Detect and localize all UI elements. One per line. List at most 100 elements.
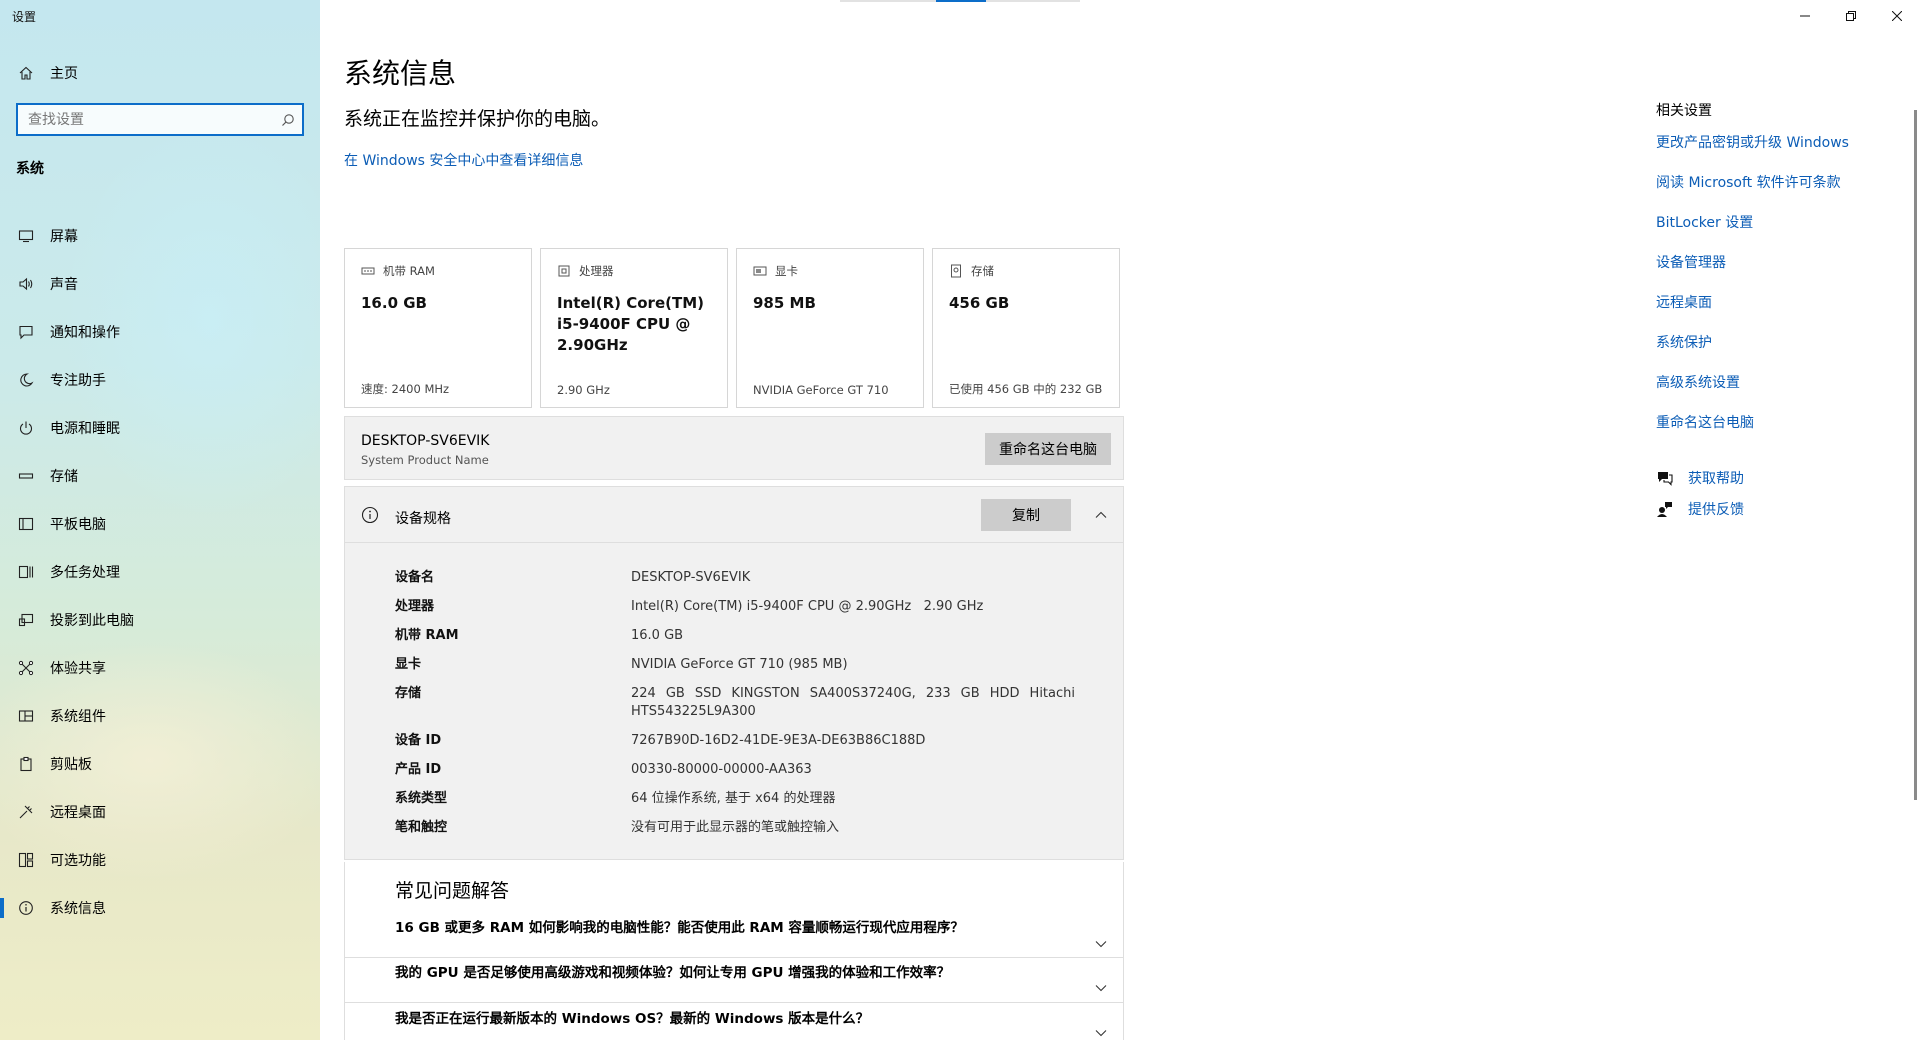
info-icon — [361, 506, 379, 524]
sidebar: 设置 主页 系统 屏幕 声音 通知和操作 专注助手 — [0, 0, 320, 1040]
related-link-bitlocker[interactable]: BitLocker 设置 — [1656, 212, 1896, 232]
storage-icon — [16, 466, 36, 486]
card-value: 456 GB — [949, 294, 1010, 312]
restore-button[interactable] — [1828, 0, 1874, 32]
sidebar-item-tablet[interactable]: 平板电脑 — [0, 500, 320, 548]
sidebar-item-storage[interactable]: 存储 — [0, 452, 320, 500]
get-help-link[interactable]: 获取帮助 — [1656, 468, 1744, 488]
sidebar-home[interactable]: 主页 — [16, 62, 78, 84]
sidebar-section-title: 系统 — [16, 161, 44, 177]
scrollbar[interactable] — [1914, 110, 1917, 800]
related-link-license-terms[interactable]: 阅读 Microsoft 软件许可条款 — [1656, 172, 1896, 192]
sidebar-item-label: 声音 — [50, 277, 78, 293]
sidebar-item-label: 多任务处理 — [50, 565, 120, 581]
spec-key: 设备名 — [395, 570, 435, 585]
storage-card: 存储 456 GB 已使用 456 GB 中的 232 GB — [932, 248, 1120, 408]
sidebar-item-components[interactable]: 系统组件 — [0, 692, 320, 740]
sidebar-item-remote-desktop[interactable]: 远程桌面 — [0, 788, 320, 836]
gpu-icon — [753, 264, 767, 278]
related-settings: 相关设置 更改产品密钥或升级 Windows 阅读 Microsoft 软件许可… — [1656, 100, 1896, 452]
card-label: 机带 RAM — [361, 263, 515, 279]
spec-row: 设备名 DESKTOP-SV6EVIK — [395, 569, 1075, 587]
card-value: 985 MB — [753, 294, 816, 312]
faq-item[interactable]: 我是否正在运行最新版本的 Windows OS？最新的 Windows 版本是什… — [345, 1003, 1123, 1040]
spec-value: 64 位操作系统, 基于 x64 的处理器 — [631, 791, 836, 806]
sidebar-item-label: 剪贴板 — [50, 757, 92, 773]
spec-row: 笔和触控 没有可用于此显示器的笔或触控输入 — [395, 819, 1075, 837]
sidebar-item-label: 投影到此电脑 — [50, 613, 134, 629]
info-icon — [16, 898, 36, 918]
device-specs-title: 设备规格 — [395, 511, 451, 527]
copy-button[interactable]: 复制 — [981, 499, 1071, 531]
card-value: Intel(R) Core(TM) i5-9400F CPU @ 2.90GHz — [557, 294, 704, 354]
cpu-card: 处理器 Intel(R) Core(TM) i5-9400F CPU @ 2.9… — [540, 248, 728, 408]
home-icon — [16, 63, 36, 83]
sidebar-item-shared[interactable]: 体验共享 — [0, 644, 320, 692]
chevron-down-icon[interactable] — [1093, 980, 1109, 996]
card-value: 16.0 GB — [361, 294, 427, 312]
card-subtitle: 已使用 456 GB 中的 232 GB — [949, 382, 1103, 396]
sidebar-item-power[interactable]: 电源和睡眠 — [0, 404, 320, 452]
sidebar-item-clipboard[interactable]: 剪贴板 — [0, 740, 320, 788]
give-feedback-label: 提供反馈 — [1688, 502, 1744, 518]
components-icon — [16, 706, 36, 726]
spec-row: 存储 224 GB SSD KINGSTON SA400S37240G, 233 … — [395, 685, 1075, 721]
card-subtitle: NVIDIA GeForce GT 710 — [753, 383, 889, 397]
sidebar-item-notifications[interactable]: 通知和操作 — [0, 308, 320, 356]
faq-question: 我是否正在运行最新版本的 Windows OS？最新的 Windows 版本是什… — [395, 1011, 870, 1027]
spec-row: 显卡 NVIDIA GeForce GT 710 (985 MB) — [395, 656, 1075, 674]
card-subtitle: 2.90 GHz — [557, 383, 610, 397]
chevron-up-icon[interactable] — [1093, 507, 1109, 523]
sidebar-item-label: 存储 — [50, 469, 78, 485]
share-icon — [16, 658, 36, 678]
features-icon — [16, 850, 36, 870]
chevron-down-icon[interactable] — [1093, 936, 1109, 952]
search-input[interactable] — [18, 105, 274, 134]
get-help-label: 获取帮助 — [1688, 471, 1744, 487]
chevron-down-icon[interactable] — [1093, 1025, 1109, 1040]
sidebar-item-project[interactable]: 投影到此电脑 — [0, 596, 320, 644]
related-link-system-protection[interactable]: 系统保护 — [1656, 332, 1896, 352]
power-icon — [16, 418, 36, 438]
project-icon — [16, 610, 36, 630]
spec-key: 系统类型 — [395, 791, 448, 806]
device-specs-panel: 设备规格 复制 设备名 DESKTOP-SV6EVIK 处理器 Intel(R) C… — [344, 486, 1124, 860]
sidebar-item-multitasking[interactable]: 多任务处理 — [0, 548, 320, 596]
search-box[interactable] — [16, 103, 304, 136]
device-specs-header[interactable]: 设备规格 复制 — [345, 487, 1123, 543]
related-link-device-manager[interactable]: 设备管理器 — [1656, 252, 1896, 272]
sidebar-item-focus-assist[interactable]: 专注助手 — [0, 356, 320, 404]
clipboard-icon — [16, 754, 36, 774]
sidebar-item-about[interactable]: 系统信息 — [0, 884, 320, 932]
related-link-product-key[interactable]: 更改产品密钥或升级 Windows — [1656, 132, 1896, 152]
rename-pc-button[interactable]: 重命名这台电脑 — [985, 433, 1111, 465]
sidebar-item-sound[interactable]: 声音 — [0, 260, 320, 308]
sidebar-item-optional-features[interactable]: 可选功能 — [0, 836, 320, 884]
related-link-rename-pc[interactable]: 重命名这台电脑 — [1656, 412, 1896, 432]
security-center-link[interactable]: 在 Windows 安全中心中查看详细信息 — [344, 150, 583, 170]
device-specs-list: 设备名 DESKTOP-SV6EVIK 处理器 Intel(R) Core(TM) … — [395, 569, 1075, 848]
card-subtitle: 速度: 2400 MHz — [361, 382, 450, 396]
page-title: 系统信息 — [344, 57, 457, 90]
minimize-button[interactable] — [1782, 0, 1828, 32]
related-link-advanced-settings[interactable]: 高级系统设置 — [1656, 372, 1896, 392]
gpu-card: 显卡 985 MB NVIDIA GeForce GT 710 — [736, 248, 924, 408]
help-chat-icon — [1656, 469, 1674, 487]
cpu-icon — [557, 264, 571, 278]
related-link-remote-desktop[interactable]: 远程桌面 — [1656, 292, 1896, 312]
close-button[interactable] — [1874, 0, 1920, 32]
moon-icon — [16, 370, 36, 390]
main-content: 系统信息 系统正在监控并保护你的电脑。 在 Windows 安全中心中查看详细信… — [320, 0, 1600, 1040]
sidebar-item-label: 电源和睡眠 — [50, 421, 120, 437]
spec-key: 存储 — [395, 686, 422, 701]
search-icon[interactable] — [274, 113, 302, 127]
sidebar-item-display[interactable]: 屏幕 — [0, 212, 320, 260]
security-status: 系统正在监控并保护你的电脑。 — [344, 108, 611, 130]
card-label-text: 显卡 — [775, 264, 798, 278]
multitask-icon — [16, 562, 36, 582]
faq-item[interactable]: 16 GB 或更多 RAM 如何影响我的电脑性能？能否使用此 RAM 容量顺畅运… — [345, 914, 1123, 958]
speaker-icon — [16, 274, 36, 294]
faq-item[interactable]: 我的 GPU 是否足够使用高级游戏和视频体验？如何让专用 GPU 增强我的体验和… — [345, 958, 1123, 1003]
give-feedback-link[interactable]: 提供反馈 — [1656, 499, 1744, 519]
faq-title: 常见问题解答 — [395, 880, 510, 902]
